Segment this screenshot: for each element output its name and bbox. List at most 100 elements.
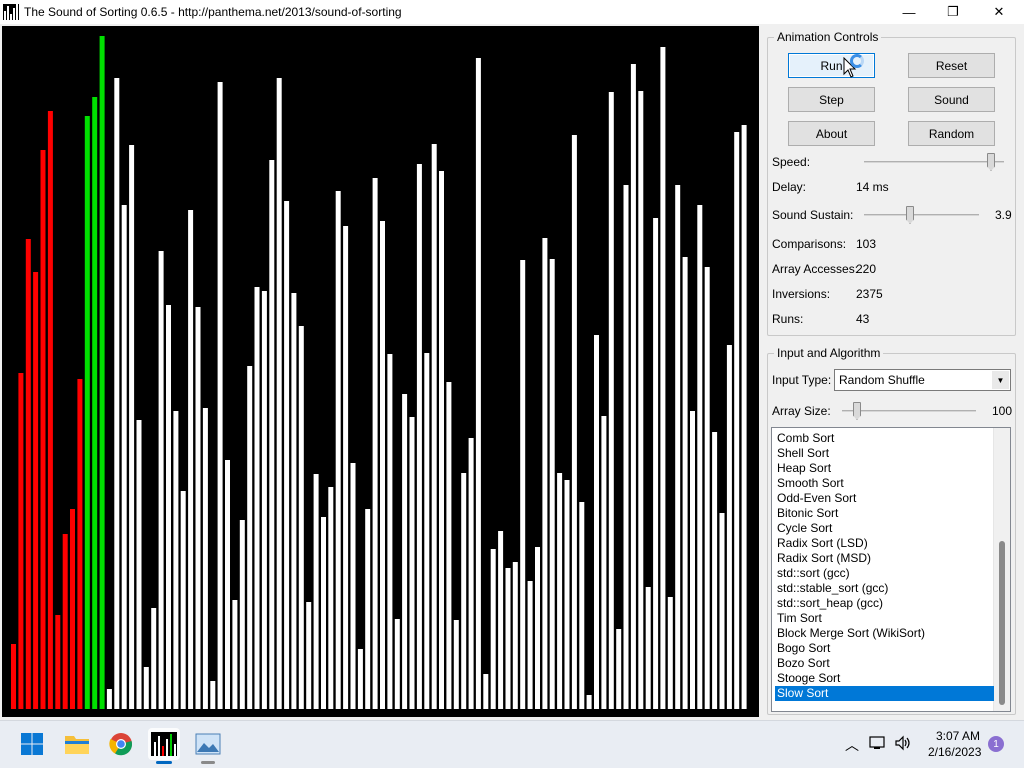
random-button[interactable]: Random: [908, 121, 995, 146]
sound-sustain-slider[interactable]: [864, 205, 979, 225]
close-button[interactable]: ✕: [976, 0, 1022, 24]
algorithm-list-item[interactable]: std::sort (gcc): [775, 566, 994, 581]
minimize-button[interactable]: —: [886, 0, 932, 24]
array-bar: [498, 531, 504, 709]
algorithm-list-item[interactable]: Block Merge Sort (WikiSort): [775, 626, 994, 641]
bars-chart: [11, 36, 747, 709]
array-bar: [47, 111, 53, 709]
array-bar: [586, 695, 592, 709]
window-title: The Sound of Sorting 0.6.5 - http://pant…: [24, 5, 402, 19]
clock-date[interactable]: 2/16/2023: [928, 745, 981, 759]
array-bar: [461, 473, 467, 709]
speed-slider-thumb[interactable]: [987, 153, 995, 171]
array-size-slider[interactable]: [842, 401, 976, 421]
array-bar: [653, 218, 659, 709]
algorithm-list-item[interactable]: Cycle Sort: [775, 521, 994, 536]
algorithm-list-item[interactable]: std::sort_heap (gcc): [775, 596, 994, 611]
array-bar: [608, 92, 614, 709]
array-bar: [365, 509, 371, 709]
algorithm-list-item[interactable]: Odd-Even Sort: [775, 491, 994, 506]
algorithm-list-item[interactable]: Smooth Sort: [775, 476, 994, 491]
sound-sustain-label: Sound Sustain:: [772, 208, 854, 222]
visualization-frame: [0, 24, 762, 720]
array-bar: [180, 491, 186, 709]
array-bar: [276, 78, 282, 709]
algorithm-list-item[interactable]: Heap Sort: [775, 461, 994, 476]
array-bar: [623, 185, 629, 709]
array-bar: [291, 293, 297, 709]
array-bar: [446, 382, 452, 709]
array-bar: [475, 58, 481, 709]
algorithm-list-item[interactable]: Radix Sort (LSD): [775, 536, 994, 551]
sound-of-sorting-icon[interactable]: [148, 728, 180, 764]
array-accesses-value: 220: [856, 262, 877, 276]
array-size-value: 100: [992, 404, 1013, 418]
clock-time[interactable]: 3:07 AM: [936, 729, 980, 743]
algorithm-list-item[interactable]: std::stable_sort (gcc): [775, 581, 994, 596]
algorithm-list-item[interactable]: Stooge Sort: [775, 671, 994, 686]
array-size-label: Array Size:: [772, 404, 831, 418]
file-explorer-icon[interactable]: [61, 728, 93, 760]
array-bar: [121, 205, 127, 709]
array-bar: [210, 681, 216, 709]
array-bar: [166, 305, 171, 709]
network-icon[interactable]: [868, 732, 888, 754]
array-bar: [173, 411, 179, 709]
array-bar: [697, 205, 703, 709]
algorithm-list-item[interactable]: Bitonic Sort: [775, 506, 994, 521]
array-bar: [84, 116, 90, 709]
title-bar: The Sound of Sorting 0.6.5 - http://pant…: [0, 0, 1024, 24]
algorithm-list-scrollbar[interactable]: [993, 428, 1010, 711]
array-bar: [409, 417, 415, 709]
array-bar: [719, 513, 725, 709]
notification-badge[interactable]: 1: [988, 736, 1004, 752]
speaker-icon[interactable]: [893, 732, 913, 754]
array-bar: [571, 135, 577, 709]
speed-label: Speed:: [772, 155, 811, 169]
algorithm-list-item[interactable]: Shell Sort: [775, 446, 994, 461]
array-size-slider-thumb[interactable]: [853, 402, 861, 420]
array-bar: [416, 164, 422, 709]
speed-slider[interactable]: [864, 152, 1004, 172]
array-bar: [726, 345, 732, 709]
array-bar: [306, 602, 312, 709]
array-bar: [564, 480, 570, 709]
delay-label: Delay:: [772, 180, 807, 194]
array-bar: [682, 257, 688, 709]
chrome-icon[interactable]: [105, 728, 137, 760]
scrollbar-thumb[interactable]: [999, 541, 1005, 705]
windows-start-icon[interactable]: [16, 728, 48, 760]
maximize-button[interactable]: ❐: [930, 0, 976, 24]
array-bar: [11, 644, 16, 709]
array-bar: [92, 97, 98, 709]
array-bar: [343, 226, 349, 709]
array-bar: [490, 549, 496, 709]
algorithm-list-item[interactable]: Bogo Sort: [775, 641, 994, 656]
array-bar: [254, 287, 260, 709]
reset-button[interactable]: Reset: [908, 53, 995, 78]
array-bar: [225, 460, 230, 709]
array-bar: [704, 267, 710, 709]
tray-chevron-icon[interactable]: ︿: [845, 735, 859, 755]
algorithm-list[interactable]: Comb Sort Shell Sort Heap Sort Smooth Sort O…: [771, 427, 1011, 712]
algorithm-list-item[interactable]: Bozo Sort: [775, 656, 994, 671]
image-viewer-icon[interactable]: [192, 728, 224, 764]
app-icon: [3, 4, 19, 20]
array-bar: [298, 326, 304, 709]
runs-value: 43: [856, 312, 870, 326]
step-button[interactable]: Step: [788, 87, 875, 112]
comparisons-label: Comparisons:: [772, 237, 847, 251]
algorithm-list-item[interactable]: Radix Sort (MSD): [775, 551, 994, 566]
sound-sustain-slider-thumb[interactable]: [906, 206, 914, 224]
array-bar: [512, 562, 518, 709]
array-bar: [380, 221, 385, 709]
algorithm-list-item[interactable]: Comb Sort: [775, 431, 994, 446]
array-bar: [77, 379, 83, 709]
algorithm-list-item[interactable]: Tim Sort: [775, 611, 994, 626]
algorithm-list-item[interactable]: Slow Sort: [775, 686, 994, 701]
array-bar: [660, 47, 666, 709]
sound-button[interactable]: Sound: [908, 87, 995, 112]
chevron-down-icon[interactable]: ▼: [992, 371, 1009, 389]
input-type-select[interactable]: Random Shuffle ▼: [834, 369, 1011, 391]
about-button[interactable]: About: [788, 121, 875, 146]
